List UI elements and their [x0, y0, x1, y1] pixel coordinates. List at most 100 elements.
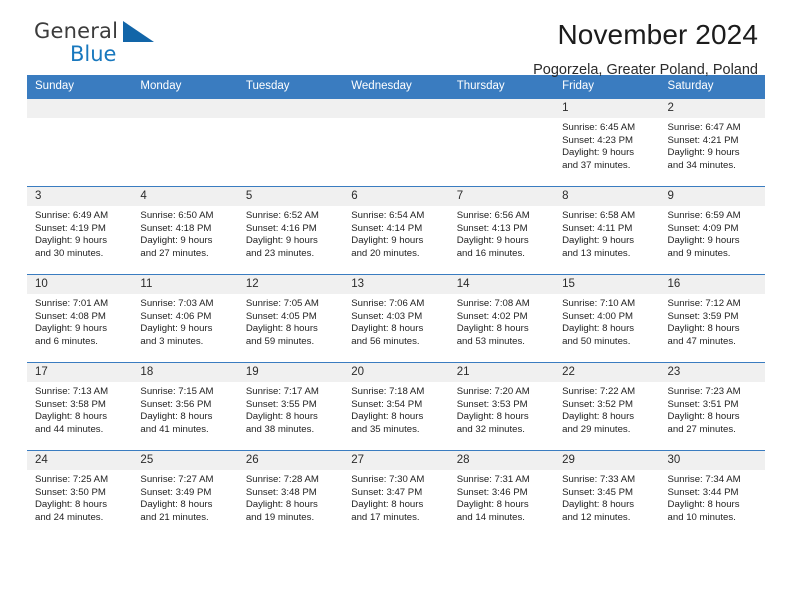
daylight-text-line1: Daylight: 8 hours	[351, 499, 424, 511]
day-details: Sunrise: 7:12 AM Sunset: 3:59 PM Daylight:…	[660, 294, 765, 348]
day-details: Sunrise: 7:10 AM Sunset: 4:00 PM Daylight:…	[554, 294, 659, 348]
calendar-page: General Blue November 2024 Pogorzela, Gr…	[0, 0, 792, 612]
sunrise-text: Sunrise: 7:27 AM	[140, 474, 214, 485]
daylight-text-line2: and 44 minutes.	[35, 423, 104, 435]
day-number: 27	[343, 451, 449, 470]
day-number: 2	[659, 99, 765, 118]
daylight-text-line2: and 23 minutes.	[245, 247, 315, 259]
daylight-text-line2: and 27 minutes.	[140, 247, 209, 259]
day-number: 15	[554, 275, 660, 294]
day-details: Sunrise: 7:01 AM Sunset: 4:08 PM Daylight:…	[27, 294, 132, 348]
weekday-header-wednesday: Wednesday	[343, 75, 449, 99]
daylight-text-line2: and 32 minutes.	[456, 423, 525, 435]
day-details: Sunrise: 6:47 AM Sunset: 4:21 PM Daylight:…	[660, 118, 765, 172]
calendar-day-cell[interactable]: 27 Sunrise: 7:30 AM Sunset: 3:47 PM Dayligh…	[343, 450, 449, 539]
day-number: 21	[448, 363, 555, 382]
calendar-day-cell[interactable]: 12 Sunrise: 7:05 AM Sunset: 4:05 PM Dayligh…	[237, 274, 344, 363]
sunrise-text: Sunrise: 7:12 AM	[667, 298, 741, 309]
calendar-day-cell[interactable]: 24 Sunrise: 7:25 AM Sunset: 3:50 PM Dayligh…	[27, 450, 133, 539]
calendar-day-cell[interactable]: 28 Sunrise: 7:31 AM Sunset: 3:46 PM Dayligh…	[448, 450, 555, 539]
calendar-day-cell[interactable]: 3 Sunrise: 6:49 AM Sunset: 4:19 PM Daylight…	[27, 186, 133, 275]
calendar-day-cell[interactable]: 26 Sunrise: 7:28 AM Sunset: 3:48 PM Dayligh…	[237, 450, 344, 539]
daylight-text-line1: Daylight: 8 hours	[245, 323, 318, 335]
calendar-day-cell[interactable]: 14 Sunrise: 7:08 AM Sunset: 4:02 PM Dayligh…	[448, 274, 555, 363]
daylight-text-line2: and 38 minutes.	[245, 423, 315, 435]
day-details: Sunrise: 7:23 AM Sunset: 3:51 PM Daylight:…	[660, 382, 765, 436]
sunset-text: Sunset: 3:50 PM	[35, 486, 106, 498]
day-number: 19	[237, 363, 344, 382]
daylight-text-line2: and 13 minutes.	[562, 247, 631, 259]
sunrise-text: Sunrise: 6:59 AM	[667, 210, 741, 221]
sunrise-text: Sunrise: 6:49 AM	[35, 210, 109, 221]
daylight-text-line2: and 27 minutes.	[667, 423, 736, 435]
calendar-day-cell[interactable]: 30 Sunrise: 7:34 AM Sunset: 3:44 PM Dayligh…	[659, 450, 765, 539]
day-details: Sunrise: 6:58 AM Sunset: 4:11 PM Daylight:…	[554, 206, 659, 260]
calendar-day-cell[interactable]: 19 Sunrise: 7:17 AM Sunset: 3:55 PM Dayligh…	[237, 362, 344, 451]
calendar-week-row: 24 Sunrise: 7:25 AM Sunset: 3:50 PM Dayligh…	[27, 450, 765, 539]
calendar-day-cell[interactable]: 29 Sunrise: 7:33 AM Sunset: 3:45 PM Dayligh…	[554, 450, 660, 539]
day-details: Sunrise: 7:22 AM Sunset: 3:52 PM Daylight:…	[554, 382, 659, 436]
day-number: 11	[132, 275, 238, 294]
calendar-day-cell[interactable]: 22 Sunrise: 7:22 AM Sunset: 3:52 PM Dayligh…	[554, 362, 660, 451]
weekday-header-monday: Monday	[132, 75, 238, 99]
day-number	[448, 99, 555, 118]
daylight-text-line2: and 16 minutes.	[456, 247, 525, 259]
day-details: Sunrise: 6:50 AM Sunset: 4:18 PM Daylight:…	[132, 206, 237, 260]
sunset-text: Sunset: 3:56 PM	[140, 398, 212, 410]
calendar-day-cell[interactable]: 17 Sunrise: 7:13 AM Sunset: 3:58 PM Dayligh…	[27, 362, 133, 451]
daylight-text-line1: Daylight: 8 hours	[562, 323, 635, 335]
calendar-day-cell[interactable]: 11 Sunrise: 7:03 AM Sunset: 4:06 PM Dayligh…	[132, 274, 238, 363]
daylight-text-line2: and 41 minutes.	[140, 423, 209, 435]
day-number: 12	[237, 275, 344, 294]
day-number: 30	[659, 451, 765, 470]
sunrise-text: Sunrise: 7:22 AM	[562, 386, 636, 397]
calendar-day-cell[interactable]: 10 Sunrise: 7:01 AM Sunset: 4:08 PM Dayligh…	[27, 274, 133, 363]
calendar-day-cell[interactable]: 5 Sunrise: 6:52 AM Sunset: 4:16 PM Daylight…	[237, 186, 344, 275]
calendar-day-cell[interactable]: 21 Sunrise: 7:20 AM Sunset: 3:53 PM Dayligh…	[448, 362, 555, 451]
day-number: 8	[554, 187, 660, 206]
calendar-day-cell[interactable]: 15 Sunrise: 7:10 AM Sunset: 4:00 PM Dayligh…	[554, 274, 660, 363]
daylight-text-line1: Daylight: 8 hours	[35, 499, 107, 511]
daylight-text-line1: Daylight: 8 hours	[667, 499, 740, 511]
general-blue-logo[interactable]: General Blue	[34, 20, 234, 76]
sunrise-text: Sunrise: 7:28 AM	[245, 474, 319, 485]
daylight-text-line1: Daylight: 9 hours	[245, 235, 318, 247]
calendar-day-cell[interactable]: 7 Sunrise: 6:56 AM Sunset: 4:13 PM Daylight…	[448, 186, 555, 275]
weekday-header-tuesday: Tuesday	[237, 75, 344, 99]
calendar-day-cell[interactable]: 16 Sunrise: 7:12 AM Sunset: 3:59 PM Dayligh…	[659, 274, 765, 363]
daylight-text-line1: Daylight: 8 hours	[140, 499, 213, 511]
calendar-day-cell[interactable]: 13 Sunrise: 7:06 AM Sunset: 4:03 PM Dayligh…	[343, 274, 449, 363]
calendar-day-cell[interactable]: 20 Sunrise: 7:18 AM Sunset: 3:54 PM Dayligh…	[343, 362, 449, 451]
sunrise-text: Sunrise: 7:30 AM	[351, 474, 425, 485]
calendar-day-cell[interactable]: 1 Sunrise: 6:45 AM Sunset: 4:23 PM Daylight…	[554, 98, 660, 187]
day-details: Sunrise: 7:20 AM Sunset: 3:53 PM Daylight:…	[449, 382, 554, 436]
calendar-day-cell[interactable]: 9 Sunrise: 6:59 AM Sunset: 4:09 PM Daylight…	[659, 186, 765, 275]
calendar-day-cell[interactable]: 8 Sunrise: 6:58 AM Sunset: 4:11 PM Daylight…	[554, 186, 660, 275]
day-number	[343, 99, 449, 118]
sunset-text: Sunset: 4:05 PM	[245, 310, 317, 322]
day-number: 18	[132, 363, 238, 382]
sunrise-text: Sunrise: 7:20 AM	[456, 386, 530, 397]
sunset-text: Sunset: 4:19 PM	[35, 222, 106, 234]
logo-triangle-icon	[123, 21, 154, 42]
day-details: Sunrise: 6:56 AM Sunset: 4:13 PM Daylight:…	[449, 206, 554, 260]
calendar-day-cell[interactable]: 25 Sunrise: 7:27 AM Sunset: 3:49 PM Dayligh…	[132, 450, 238, 539]
calendar-day-cell-empty	[448, 98, 555, 187]
calendar-day-cell[interactable]: 2 Sunrise: 6:47 AM Sunset: 4:21 PM Daylight…	[659, 98, 765, 187]
calendar-day-cell[interactable]: 4 Sunrise: 6:50 AM Sunset: 4:18 PM Daylight…	[132, 186, 238, 275]
title-block: November 2024 Pogorzela, Greater Poland,…	[533, 18, 758, 81]
sunset-text: Sunset: 4:23 PM	[562, 134, 634, 146]
daylight-text-line1: Daylight: 9 hours	[140, 235, 213, 247]
calendar-day-cell[interactable]: 6 Sunrise: 6:54 AM Sunset: 4:14 PM Daylight…	[343, 186, 449, 275]
day-number: 14	[448, 275, 555, 294]
day-details: Sunrise: 6:59 AM Sunset: 4:09 PM Daylight:…	[660, 206, 765, 260]
sunrise-text: Sunrise: 7:33 AM	[562, 474, 636, 485]
day-number: 1	[554, 99, 660, 118]
sunset-text: Sunset: 3:45 PM	[562, 486, 634, 498]
daylight-text-line1: Daylight: 9 hours	[35, 235, 107, 247]
calendar-day-cell[interactable]: 18 Sunrise: 7:15 AM Sunset: 3:56 PM Dayligh…	[132, 362, 238, 451]
sunset-text: Sunset: 3:59 PM	[667, 310, 739, 322]
page-header: General Blue November 2024 Pogorzela, Gr…	[27, 0, 765, 78]
sunrise-text: Sunrise: 7:10 AM	[562, 298, 636, 309]
calendar-day-cell[interactable]: 23 Sunrise: 7:23 AM Sunset: 3:51 PM Dayligh…	[659, 362, 765, 451]
